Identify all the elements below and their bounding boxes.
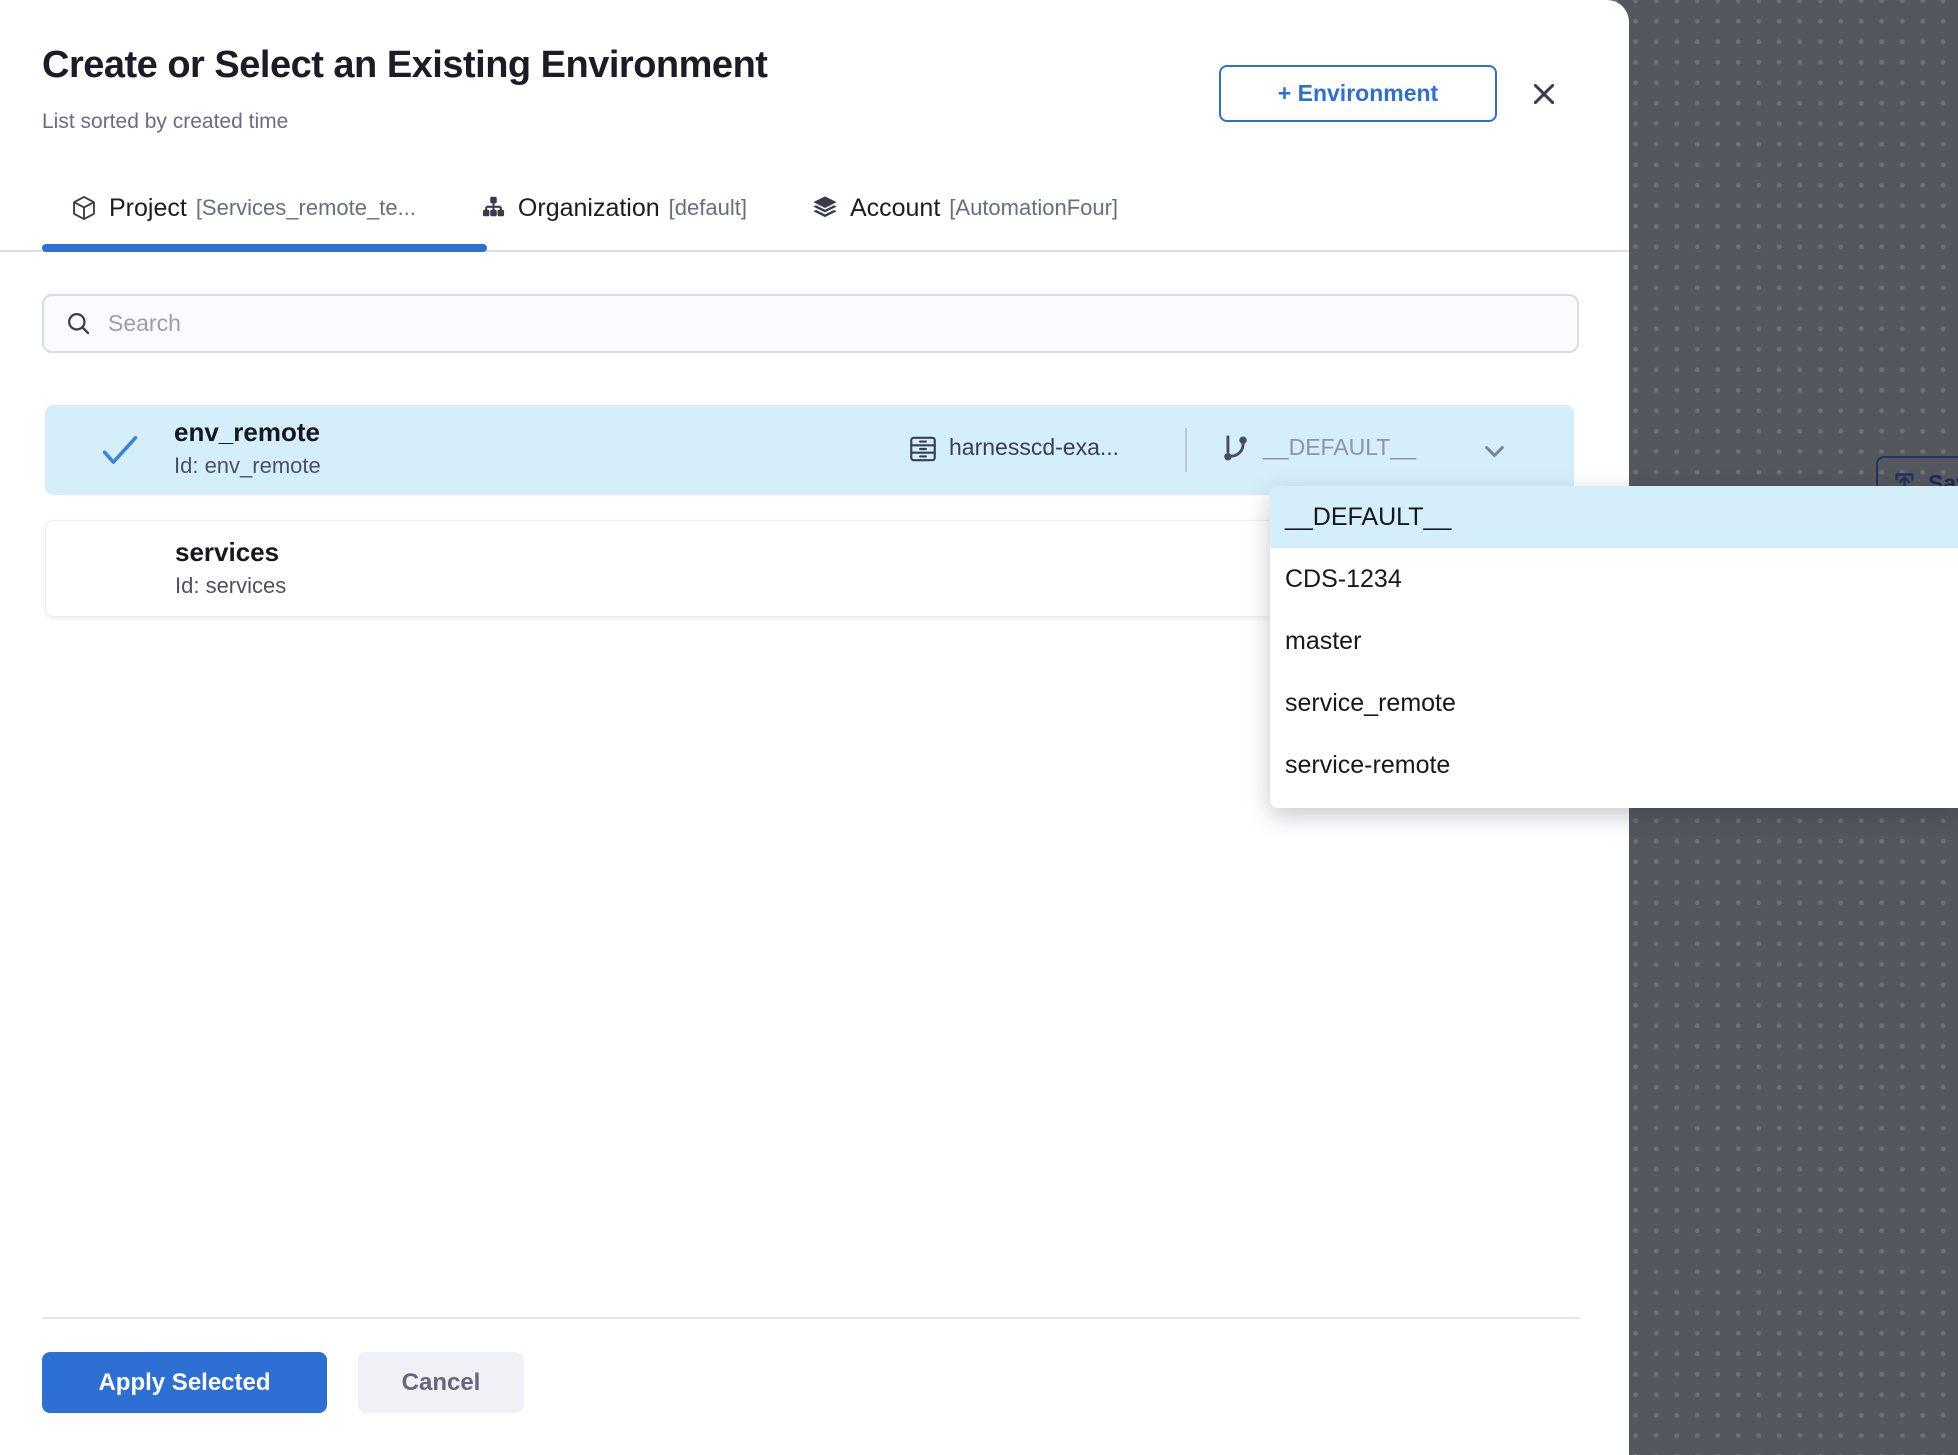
- tab-project[interactable]: Project [Services_remote_te...: [70, 194, 416, 223]
- branch-option-service-underscore-remote[interactable]: service_remote: [1270, 672, 1958, 734]
- repository-name: harnesscd-exa...: [949, 434, 1119, 461]
- scope-tabs: Project [Services_remote_te... Organizat…: [70, 186, 1118, 230]
- tab-account-scope: [AutomationFour]: [949, 195, 1118, 221]
- branch-option-service-dash-remote[interactable]: service-remote: [1270, 734, 1958, 796]
- cancel-button[interactable]: Cancel: [358, 1352, 524, 1413]
- close-button[interactable]: [1524, 74, 1564, 114]
- tab-organization-scope: [default]: [669, 195, 747, 221]
- branch-option-cds-1234[interactable]: CDS-1234: [1270, 548, 1958, 610]
- add-environment-button[interactable]: + Environment: [1219, 65, 1497, 122]
- chevron-down-icon: [1481, 438, 1508, 470]
- tab-project-scope: [Services_remote_te...: [196, 195, 416, 221]
- apply-selected-button[interactable]: Apply Selected: [42, 1352, 327, 1413]
- branch-dropdown: __DEFAULT__ CDS-1234 master service_remo…: [1270, 486, 1958, 808]
- environment-id: Id: services: [175, 573, 286, 599]
- layers-icon: [811, 194, 839, 222]
- tab-account[interactable]: Account [AutomationFour]: [811, 194, 1118, 223]
- git-branch-icon: [1219, 432, 1252, 470]
- modal-title: Create or Select an Existing Environment: [42, 44, 767, 87]
- tab-project-label: Project: [109, 194, 187, 223]
- environment-name: services: [175, 537, 279, 568]
- active-tab-underline: [42, 244, 487, 252]
- tab-organization-label: Organization: [518, 194, 660, 223]
- environment-name: env_remote: [174, 417, 320, 448]
- search-box: [42, 294, 1579, 353]
- environment-id: Id: env_remote: [174, 453, 321, 479]
- repository-icon: [907, 433, 939, 470]
- org-chart-icon: [480, 195, 507, 222]
- search-input[interactable]: [106, 309, 1561, 338]
- environment-row-env-remote[interactable]: env_remote Id: env_remote harnesscd-exa.…: [45, 405, 1574, 495]
- branch-select[interactable]: __DEFAULT__: [1217, 405, 1567, 495]
- modal-subtitle: List sorted by created time: [42, 110, 288, 134]
- selected-branch-label: __DEFAULT__: [1263, 434, 1416, 461]
- footer-divider: [42, 1317, 1580, 1319]
- branch-option-default[interactable]: __DEFAULT__: [1270, 486, 1958, 548]
- tab-account-label: Account: [850, 194, 940, 223]
- tab-organization[interactable]: Organization [default]: [480, 194, 747, 223]
- check-icon: [99, 430, 141, 475]
- close-icon: [1529, 79, 1559, 109]
- cube-icon: [70, 194, 98, 222]
- branch-option-master[interactable]: master: [1270, 610, 1958, 672]
- row-separator: [1185, 428, 1187, 472]
- search-icon: [65, 310, 92, 337]
